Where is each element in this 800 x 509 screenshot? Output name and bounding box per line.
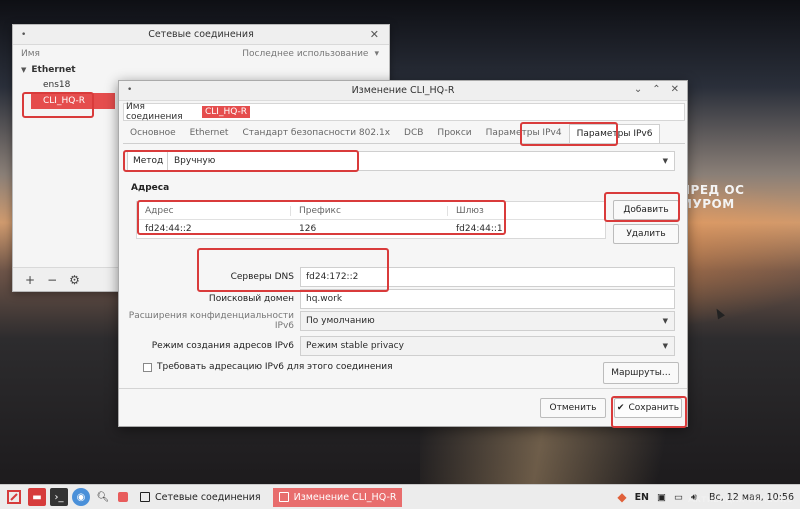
dialog-title: Изменение CLI_HQ-R xyxy=(351,85,455,96)
task-label: Сетевые соединения xyxy=(155,491,261,503)
net-window-title: Сетевые соединения xyxy=(148,29,254,40)
display-icon[interactable]: ▭ xyxy=(674,492,683,503)
group-ethernet[interactable]: ▼ Ethernet xyxy=(13,63,389,77)
privacy-select[interactable]: По умолчанию ▼ xyxy=(300,311,675,331)
search-domain-row: Поисковый домен hq.work xyxy=(123,289,675,309)
annotation-box xyxy=(520,122,618,146)
gear-icon[interactable]: ⚙ xyxy=(69,273,80,287)
privacy-row: Расширения конфиденциальности IPv6 По ум… xyxy=(123,311,675,331)
maximize-icon[interactable]: ⌃ xyxy=(652,84,660,95)
minimize-icon[interactable]: ⌄ xyxy=(634,84,642,95)
annotation-box xyxy=(123,150,359,172)
col-name[interactable]: Имя xyxy=(21,49,40,59)
col-last-used-wrap: Последнее использование ▾ xyxy=(242,49,379,59)
addresses-title: Адреса xyxy=(131,183,170,193)
annotation-box xyxy=(197,248,389,292)
activation-watermark: Активация Windows xyxy=(688,494,793,505)
window-menu-icon[interactable]: • xyxy=(127,85,132,95)
dialog-footer: Отменить ✔ Сохранить xyxy=(119,388,687,426)
routes-button[interactable]: Маршруты… xyxy=(603,362,679,384)
wallpaper-caption: ПРЕД ОС МУРОМ xyxy=(680,183,745,211)
keyboard-layout[interactable]: EN xyxy=(635,492,649,503)
dropdown-arrow-icon: ▼ xyxy=(662,342,668,350)
close-icon[interactable]: ✕ xyxy=(671,84,679,95)
window-controls: ⌄ ⌃ ✕ xyxy=(634,84,679,95)
require-ipv6-label[interactable]: Требовать адресацию IPv6 для этого соеди… xyxy=(157,362,393,372)
annotation-box xyxy=(22,92,94,118)
task-label: Изменение CLI_HQ-R xyxy=(293,491,397,503)
addr-gen-value: Режим stable privacy xyxy=(306,341,404,351)
task-edit-connection[interactable]: Изменение CLI_HQ-R xyxy=(272,487,403,507)
desktop-icon[interactable] xyxy=(118,492,128,502)
dropdown-arrow-icon: ▼ xyxy=(662,317,668,325)
addr-gen-row: Режим создания адресов IPv6 Режим stable… xyxy=(123,336,675,356)
start-menu-icon[interactable] xyxy=(4,487,24,507)
dropdown-arrow-icon: ▼ xyxy=(662,157,668,165)
window-icon xyxy=(140,492,150,502)
tab-general[interactable]: Основное xyxy=(123,124,183,143)
search-icon[interactable]: 🔍︎ xyxy=(94,488,112,506)
search-domain-input[interactable]: hq.work xyxy=(300,289,675,309)
connection-name-label: Имя соединения xyxy=(126,102,183,122)
task-network-connections[interactable]: Сетевые соединения xyxy=(134,488,267,507)
network-icon[interactable]: ▣ xyxy=(657,492,666,503)
close-icon[interactable]: ✕ xyxy=(370,28,379,41)
addr-gen-select[interactable]: Режим stable privacy ▼ xyxy=(300,336,675,356)
connection-name-row: Имя соединения CLI_HQ-R xyxy=(123,102,685,122)
net-window-titlebar: • Сетевые соединения ✕ xyxy=(13,25,389,45)
tab-proxy[interactable]: Прокси xyxy=(430,124,478,143)
net-columns-header: Имя Последнее использование ▾ xyxy=(13,45,389,63)
privacy-value: По умолчанию xyxy=(306,316,375,326)
col-last-used[interactable]: Последнее использование xyxy=(242,49,368,59)
require-ipv6-checkbox[interactable] xyxy=(143,362,152,372)
annotation-box xyxy=(611,396,687,428)
taskbar: ▬ ›_ ◉ 🔍︎ Сетевые соединения Изменение C… xyxy=(0,484,800,509)
tab-dcb[interactable]: DCB xyxy=(397,124,430,143)
bridge-lights xyxy=(420,420,720,484)
search-domain-label: Поисковый домен xyxy=(208,294,294,304)
file-manager-icon[interactable]: ▬ xyxy=(28,488,46,506)
require-ipv6-row: Требовать адресацию IPv6 для этого соеди… xyxy=(143,362,393,372)
package-icon[interactable]: ◆ xyxy=(617,490,626,504)
connection-name-input[interactable]: CLI_HQ-R xyxy=(202,106,251,118)
tab-ethernet[interactable]: Ethernet xyxy=(183,124,236,143)
remove-icon[interactable]: − xyxy=(47,273,57,287)
window-icon xyxy=(278,492,289,502)
dialog-titlebar: • Изменение CLI_HQ-R ⌄ ⌃ ✕ xyxy=(119,81,687,101)
window-menu-icon[interactable]: • xyxy=(21,30,26,40)
group-label: Ethernet xyxy=(31,65,76,75)
browser-icon[interactable]: ◉ xyxy=(72,488,90,506)
tab-8021x[interactable]: Стандарт безопасности 802.1x xyxy=(235,124,397,143)
delete-button[interactable]: Удалить xyxy=(613,224,679,244)
addr-gen-label: Режим создания адресов IPv6 xyxy=(151,341,294,351)
chevron-down-icon: ▾ xyxy=(374,49,379,59)
terminal-icon[interactable]: ›_ xyxy=(50,488,68,506)
privacy-label: Расширения конфиденциальности IPv6 xyxy=(128,311,294,331)
expand-triangle-icon[interactable]: ▼ xyxy=(21,66,26,74)
annotation-box xyxy=(604,192,680,222)
mouse-cursor-icon xyxy=(713,306,725,320)
cancel-button[interactable]: Отменить xyxy=(540,398,606,418)
add-icon[interactable]: + xyxy=(25,273,35,287)
annotation-box xyxy=(137,200,506,235)
